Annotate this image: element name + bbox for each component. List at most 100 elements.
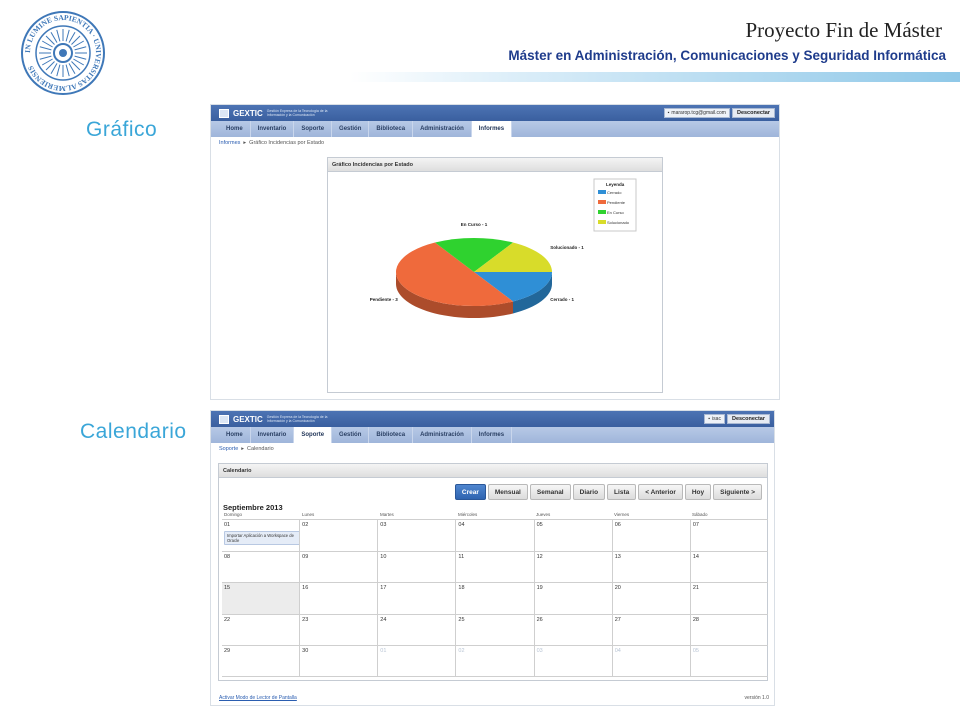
app-logo-tagline: Gestión Express de la Tecnología de la I… (266, 415, 328, 423)
calendar-day-cell[interactable]: 19 (533, 583, 612, 614)
pie-callout-label: Pendiente - 3 (370, 297, 399, 302)
nav-tab-biblioteca[interactable]: Biblioteca (369, 121, 414, 137)
nav-tab-inventario[interactable]: Inventario (251, 121, 295, 137)
weekday-header: Lunes (302, 512, 315, 517)
calendar-day-number: 20 (614, 585, 621, 591)
app-top-bar: GEXTIC Gestión Express de la Tecnología … (211, 105, 779, 121)
calendar-day-cell[interactable]: 01 (377, 646, 455, 676)
calendar-toolbar: Crear Mensual Semanal Diario Lista < Anterior… (454, 484, 762, 500)
app-logo: GEXTIC Gestión Express de la Tecnología … (219, 413, 329, 425)
calendar-day-cell[interactable]: 15 (222, 583, 300, 614)
calendar-day-cell[interactable]: 26 (533, 614, 612, 645)
calendar-day-cell[interactable]: 23 (299, 614, 377, 645)
calendar-day-cell[interactable]: 14 (689, 551, 768, 582)
calendar-day-cell[interactable]: 12 (533, 551, 612, 582)
calendar-btn-semanal[interactable]: Semanal (529, 484, 571, 500)
calendar-day-cell[interactable]: 16 (299, 583, 377, 614)
calendar-btn-mensual[interactable]: Mensual (487, 484, 528, 500)
nav-tab-biblioteca[interactable]: Biblioteca (369, 427, 414, 443)
calendar-day-cell[interactable]: 28 (689, 614, 768, 645)
nav-tab-home[interactable]: Home (219, 121, 251, 137)
main-nav: Home Inventario Soporte Gestión Biblioteca Ad… (211, 121, 779, 137)
weekday-header: Sábado (692, 512, 708, 517)
nav-tab-administracion[interactable]: Administración (413, 121, 472, 137)
calendar-event[interactable]: Importar Aplicación a Workspace de Oracl… (224, 531, 300, 545)
calendar-week-row: 08 09 10 11 12 13 14 (222, 550, 768, 583)
calendar-day-cell[interactable]: 24 (377, 614, 455, 645)
calendar-day-cell[interactable]: 02 (455, 646, 533, 676)
calendar-day-number: 03 (380, 522, 387, 528)
calendar-day-cell[interactable]: 05 (689, 646, 768, 676)
nav-tab-informes[interactable]: Informes (471, 121, 513, 137)
calendar-day-number: 26 (536, 616, 543, 623)
calendar-day-cell[interactable]: 03 (533, 646, 612, 676)
user-box: ▪ isac (704, 414, 725, 424)
calendar-day-number: 10 (380, 553, 387, 560)
calendar-grid: Domingo Lunes Martes Miércoles Jueves Viernes… (222, 511, 768, 677)
nav-tab-soporte[interactable]: Soporte (294, 121, 333, 137)
calendar-day-cell[interactable]: 05 (533, 520, 612, 551)
nav-tab-administracion[interactable]: Administración (413, 427, 472, 443)
calendar-day-number: 14 (692, 553, 699, 560)
calendar-day-cell[interactable]: 06 (611, 520, 690, 551)
nav-tab-gestion[interactable]: Gestión (332, 121, 370, 137)
calendar-day-cell[interactable]: 04 (611, 646, 690, 676)
breadcrumb-link[interactable]: Informes (219, 137, 240, 149)
app-logo-tagline: Gestión Express de la Tecnología de la I… (266, 109, 328, 117)
chart-panel-title: Gráfico Incidencias por Estado (328, 158, 662, 172)
logout-button[interactable]: Desconectar (726, 414, 770, 424)
calendar-day-cell[interactable]: 11 (455, 551, 533, 582)
weekday-header-row: Domingo Lunes Martes Miércoles Jueves Viernes… (222, 511, 768, 519)
calendar-week-row: 01 Importar Aplicación a Workspace de Ora… (222, 519, 768, 551)
calendar-day-cell[interactable]: 04 (455, 520, 533, 551)
nav-tab-home[interactable]: Home (219, 427, 251, 443)
nav-tab-soporte[interactable]: Soporte (294, 427, 333, 443)
calendar-day-cell[interactable]: 27 (611, 614, 690, 645)
calendar-day-number: 12 (536, 553, 543, 560)
calendar-day-number: 16 (302, 585, 309, 591)
calendar-day-cell[interactable]: 13 (611, 551, 690, 582)
screen-reader-mode-link[interactable]: Activar Modo de Lector de Pantalla (219, 695, 297, 701)
calendar-day-cell[interactable]: 02 (299, 520, 377, 551)
calendar-day-cell[interactable]: 07 (689, 520, 768, 551)
calendar-day-cell[interactable]: 01 Importar Aplicación a Workspace de Ora… (222, 520, 300, 551)
main-nav: Home Inventario Soporte Gestión Biblioteca Ad… (211, 427, 774, 443)
calendar-day-cell[interactable]: 08 (222, 552, 299, 583)
calendar-day-cell[interactable]: 20 (611, 583, 690, 614)
logout-button[interactable]: Desconectar (731, 108, 775, 118)
calendar-day-cell[interactable]: 09 (299, 551, 377, 582)
calendar-btn-diario[interactable]: Diario (572, 484, 606, 500)
user-name: isac (712, 416, 721, 422)
pie-callout-label: En Curso - 1 (461, 222, 488, 227)
user-area: ▪ isac Desconectar (704, 414, 770, 424)
user-area: ▪ mararop.tcg@gmail.com Desconectar (663, 108, 775, 118)
calendar-day-number: 23 (302, 616, 309, 623)
calendar-day-cell[interactable]: 21 (689, 583, 768, 614)
calendar-btn-anterior[interactable]: < Anterior (638, 484, 683, 500)
calendar-btn-hoy[interactable]: Hoy (684, 484, 712, 500)
weekday-header: Domingo (224, 512, 243, 517)
calendar-day-cell[interactable]: 30 (299, 646, 377, 676)
calendar-week-row: 15 16 17 18 19 20 21 (222, 582, 768, 614)
calendar-day-number: 11 (458, 553, 465, 560)
calendar-day-cell[interactable]: 18 (455, 583, 533, 614)
calendar-btn-lista[interactable]: Lista (607, 484, 637, 500)
breadcrumb-link[interactable]: Soporte (219, 443, 238, 455)
nav-tab-informes[interactable]: Informes (472, 427, 513, 443)
calendar-day-cell[interactable]: 03 (377, 520, 455, 551)
weekday-header: Viernes (614, 512, 630, 517)
calendar-day-cell[interactable]: 22 (222, 615, 299, 646)
calendar-week-row: 29 30 01 02 03 04 05 (222, 645, 768, 677)
calendar-day-cell[interactable]: 25 (455, 614, 533, 645)
calendar-day-cell[interactable]: 29 (222, 646, 299, 676)
section-label-chart: Gráfico (86, 118, 158, 141)
nav-tab-inventario[interactable]: Inventario (251, 427, 295, 443)
calendar-day-cell[interactable]: 17 (377, 583, 455, 614)
nav-tab-gestion[interactable]: Gestión (332, 427, 370, 443)
calendar-btn-siguiente[interactable]: Siguiente > (713, 484, 762, 500)
legend-label: Cerrado (607, 190, 622, 195)
calendar-btn-crear[interactable]: Crear (454, 484, 486, 500)
calendar-day-number: 15 (224, 585, 231, 591)
calendar-day-cell[interactable]: 10 (377, 551, 455, 582)
legend-swatch (598, 220, 606, 224)
